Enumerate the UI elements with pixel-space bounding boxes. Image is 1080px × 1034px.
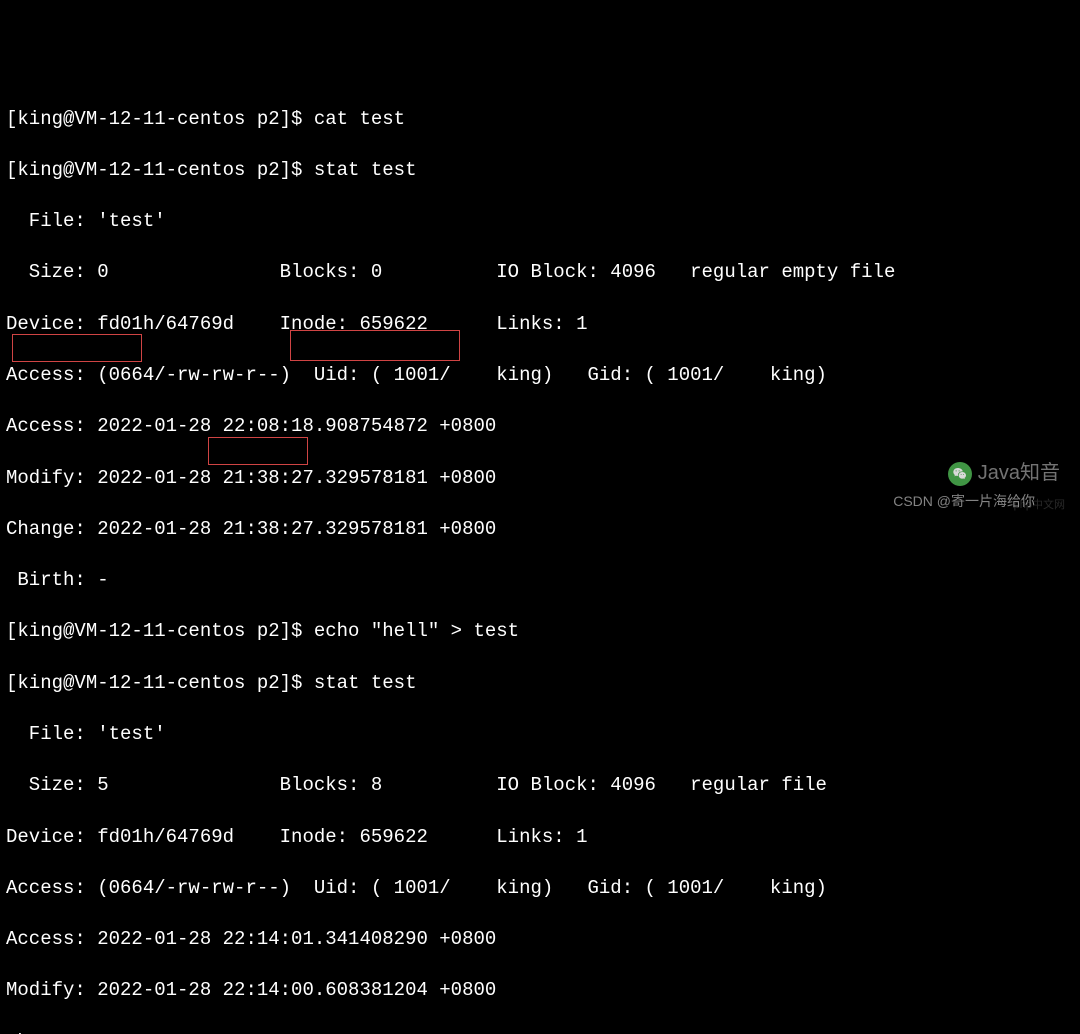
php-watermark: php中文网 bbox=[1014, 498, 1065, 513]
terminal-line: Access: 2022-01-28 22:08:18.908754872 +0… bbox=[6, 414, 1074, 440]
terminal-line: Size: 0 Blocks: 0 IO Block: 4096 regular… bbox=[6, 260, 1074, 286]
wechat-icon bbox=[948, 462, 972, 486]
terminal-line: Device: fd01h/64769d Inode: 659622 Links… bbox=[6, 825, 1074, 851]
highlight-modify-time bbox=[208, 437, 308, 465]
terminal-line: Change: 2022-01-28 22:14:00.608381204 +0… bbox=[6, 1030, 1074, 1034]
terminal-line: [king@VM-12-11-centos p2]$ stat test bbox=[6, 158, 1074, 184]
terminal-line: Change: 2022-01-28 21:38:27.329578181 +0… bbox=[6, 517, 1074, 543]
highlight-size bbox=[12, 334, 142, 362]
terminal-line: File: 'test' bbox=[6, 722, 1074, 748]
terminal-line: Size: 5 Blocks: 8 IO Block: 4096 regular… bbox=[6, 773, 1074, 799]
terminal-line: Modify: 2022-01-28 21:38:27.329578181 +0… bbox=[6, 466, 1074, 492]
terminal-line: Modify: 2022-01-28 22:14:00.608381204 +0… bbox=[6, 978, 1074, 1004]
terminal-line: Birth: - bbox=[6, 568, 1074, 594]
terminal-line: [king@VM-12-11-centos p2]$ cat test bbox=[6, 107, 1074, 133]
terminal-line: [king@VM-12-11-centos p2]$ stat test bbox=[6, 671, 1074, 697]
terminal-line: Access: (0664/-rw-rw-r--) Uid: ( 1001/ k… bbox=[6, 363, 1074, 389]
terminal-line: [king@VM-12-11-centos p2]$ echo "hell" >… bbox=[6, 619, 1074, 645]
terminal-line: Device: fd01h/64769d Inode: 659622 Links… bbox=[6, 312, 1074, 338]
java-watermark: Java知音 bbox=[948, 460, 1060, 487]
terminal-line: Access: (0664/-rw-rw-r--) Uid: ( 1001/ k… bbox=[6, 876, 1074, 902]
java-watermark-text: Java知音 bbox=[978, 460, 1060, 487]
terminal-line: File: 'test' bbox=[6, 209, 1074, 235]
terminal-line: Access: 2022-01-28 22:14:01.341408290 +0… bbox=[6, 927, 1074, 953]
